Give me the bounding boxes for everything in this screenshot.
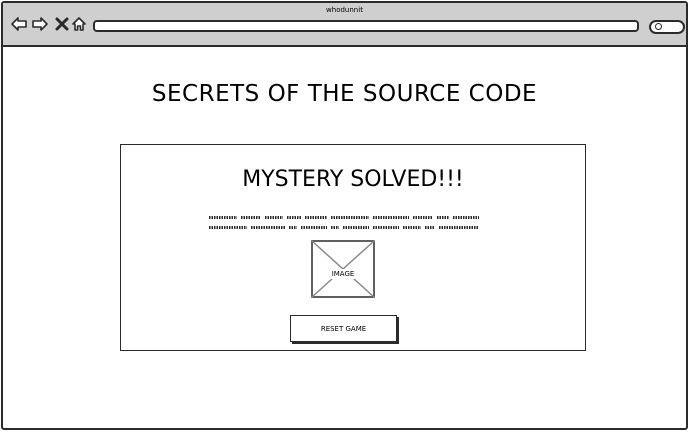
forward-arrow-icon[interactable] bbox=[31, 15, 49, 33]
page-title: SECRETS OF THE SOURCE CODE bbox=[151, 81, 538, 107]
window-title: whodunnit bbox=[326, 6, 363, 14]
browser-window: whodunnit SECRETS OF THE SOURCE CODE MYS… bbox=[1, 1, 688, 430]
back-arrow-icon[interactable] bbox=[10, 15, 28, 33]
browser-toolbar: whodunnit bbox=[3, 3, 686, 47]
placeholder-text-line bbox=[209, 226, 479, 229]
search-icon bbox=[655, 23, 662, 30]
home-icon[interactable] bbox=[70, 15, 88, 33]
url-input[interactable] bbox=[93, 20, 639, 32]
reset-game-button[interactable]: RESET GAME bbox=[290, 315, 397, 342]
image-label: IMAGE bbox=[329, 269, 357, 279]
search-input[interactable] bbox=[649, 20, 685, 34]
placeholder-text-line bbox=[209, 216, 479, 219]
card-title: MYSTERY SOLVED!!! bbox=[242, 167, 464, 192]
result-card: MYSTERY SOLVED!!! IMAGE RESET GAME bbox=[120, 144, 586, 351]
image-placeholder: IMAGE bbox=[311, 240, 375, 298]
close-icon[interactable] bbox=[53, 15, 71, 33]
